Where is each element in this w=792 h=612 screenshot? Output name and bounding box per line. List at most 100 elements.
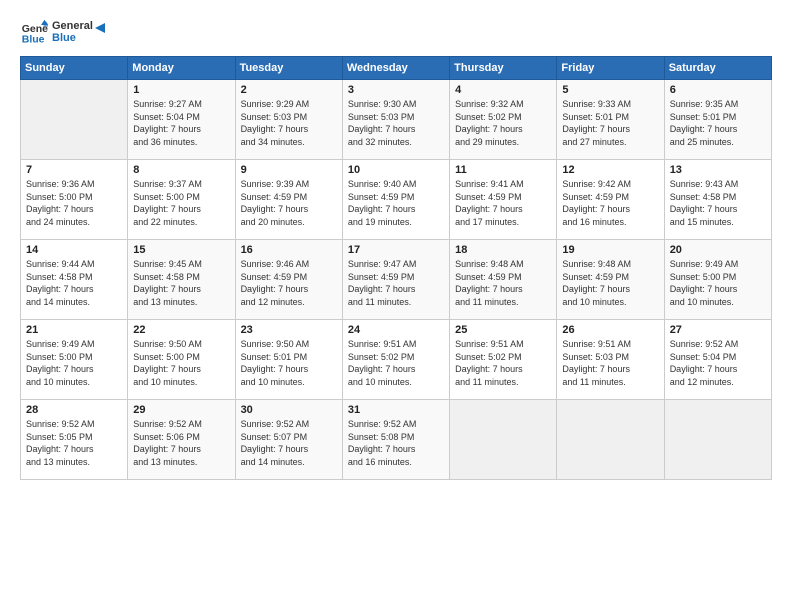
day-number: 17: [348, 244, 444, 256]
calendar-cell: 22Sunrise: 9:50 AM Sunset: 5:00 PM Dayli…: [128, 320, 235, 400]
day-info: Sunrise: 9:45 AM Sunset: 4:58 PM Dayligh…: [133, 258, 229, 308]
day-number: 4: [455, 84, 551, 96]
calendar-cell: 6Sunrise: 9:35 AM Sunset: 5:01 PM Daylig…: [664, 80, 771, 160]
day-info: Sunrise: 9:40 AM Sunset: 4:59 PM Dayligh…: [348, 178, 444, 228]
day-number: 1: [133, 84, 229, 96]
calendar-cell: 7 Sunrise: 9:36 AM Sunset: 5:00 PM Daylig…: [21, 160, 128, 240]
logo-text-general: General: [52, 20, 93, 32]
day-info: Sunrise: 9:49 AM Sunset: 5:00 PM Dayligh…: [670, 258, 766, 308]
calendar-cell: [664, 400, 771, 480]
calendar-week-row: 28 Sunrise: 9:52 AM Sunset: 5:05 PM Dayli…: [21, 400, 772, 480]
calendar-header-row: SundayMondayTuesdayWednesdayThursdayFrid…: [21, 57, 772, 80]
day-number: 20: [670, 244, 766, 256]
day-info: Sunrise: 9:48 AM Sunset: 4:59 PM Dayligh…: [455, 258, 551, 308]
weekday-header: Monday: [128, 57, 235, 80]
day-info: Sunrise: 9:52 AM Sunset: 5:04 PM Dayligh…: [670, 338, 766, 388]
day-info: Sunrise: 9:35 AM Sunset: 5:01 PM Dayligh…: [670, 98, 766, 148]
day-info: Sunrise: 9:49 AM Sunset: 5:00 PM Dayligh…: [26, 338, 122, 388]
day-info: Sunrise: 9:52 AM Sunset: 5:07 PM Dayligh…: [241, 418, 337, 468]
day-number: 13: [670, 164, 766, 176]
day-info: Sunrise: 9:36 AM Sunset: 5:00 PM Dayligh…: [26, 178, 122, 228]
svg-text:Blue: Blue: [22, 34, 45, 46]
calendar-cell: 26Sunrise: 9:51 AM Sunset: 5:03 PM Dayli…: [557, 320, 664, 400]
day-info: Sunrise: 9:32 AM Sunset: 5:02 PM Dayligh…: [455, 98, 551, 148]
calendar-cell: 1 Sunrise: 9:27 AM Sunset: 5:04 PM Daylig…: [128, 80, 235, 160]
calendar-cell: 3Sunrise: 9:30 AM Sunset: 5:03 PM Daylig…: [342, 80, 449, 160]
day-info: Sunrise: 9:52 AM Sunset: 5:05 PM Dayligh…: [26, 418, 122, 468]
day-number: 29: [133, 404, 229, 416]
calendar-cell: 2 Sunrise: 9:29 AM Sunset: 5:03 PM Daylig…: [235, 80, 342, 160]
day-number: 23: [241, 324, 337, 336]
day-info: Sunrise: 9:43 AM Sunset: 4:58 PM Dayligh…: [670, 178, 766, 228]
calendar-cell: 18 Sunrise: 9:48 AM Sunset: 4:59 PM Dayli…: [450, 240, 557, 320]
day-number: 7: [26, 164, 122, 176]
day-info: Sunrise: 9:37 AM Sunset: 5:00 PM Dayligh…: [133, 178, 229, 228]
day-info: Sunrise: 9:50 AM Sunset: 5:00 PM Dayligh…: [133, 338, 229, 388]
calendar-table: SundayMondayTuesdayWednesdayThursdayFrid…: [20, 56, 772, 480]
day-number: 21: [26, 324, 122, 336]
day-number: 10: [348, 164, 444, 176]
weekday-header: Tuesday: [235, 57, 342, 80]
calendar-week-row: 21 Sunrise: 9:49 AM Sunset: 5:00 PM Dayli…: [21, 320, 772, 400]
day-info: Sunrise: 9:29 AM Sunset: 5:03 PM Dayligh…: [241, 98, 337, 148]
weekday-header: Wednesday: [342, 57, 449, 80]
header: General Blue General Blue: [20, 18, 772, 46]
calendar-cell: 12Sunrise: 9:42 AM Sunset: 4:59 PM Dayli…: [557, 160, 664, 240]
calendar-cell: 5 Sunrise: 9:33 AM Sunset: 5:01 PM Daylig…: [557, 80, 664, 160]
day-number: 11: [455, 164, 551, 176]
weekday-header: Sunday: [21, 57, 128, 80]
day-number: 15: [133, 244, 229, 256]
calendar-cell: 23Sunrise: 9:50 AM Sunset: 5:01 PM Dayli…: [235, 320, 342, 400]
day-info: Sunrise: 9:44 AM Sunset: 4:58 PM Dayligh…: [26, 258, 122, 308]
calendar-cell: 11 Sunrise: 9:41 AM Sunset: 4:59 PM Dayli…: [450, 160, 557, 240]
calendar-cell: 14 Sunrise: 9:44 AM Sunset: 4:58 PM Dayli…: [21, 240, 128, 320]
day-number: 18: [455, 244, 551, 256]
day-info: Sunrise: 9:47 AM Sunset: 4:59 PM Dayligh…: [348, 258, 444, 308]
day-number: 14: [26, 244, 122, 256]
day-number: 9: [241, 164, 337, 176]
calendar-week-row: 1 Sunrise: 9:27 AM Sunset: 5:04 PM Daylig…: [21, 80, 772, 160]
calendar-cell: 30Sunrise: 9:52 AM Sunset: 5:07 PM Dayli…: [235, 400, 342, 480]
day-number: 8: [133, 164, 229, 176]
day-info: Sunrise: 9:52 AM Sunset: 5:06 PM Dayligh…: [133, 418, 229, 468]
calendar-cell: 25 Sunrise: 9:51 AM Sunset: 5:02 PM Dayli…: [450, 320, 557, 400]
calendar-cell: [557, 400, 664, 480]
day-info: Sunrise: 9:48 AM Sunset: 4:59 PM Dayligh…: [562, 258, 658, 308]
calendar-cell: 19 Sunrise: 9:48 AM Sunset: 4:59 PM Dayli…: [557, 240, 664, 320]
calendar-cell: 15 Sunrise: 9:45 AM Sunset: 4:58 PM Dayli…: [128, 240, 235, 320]
weekday-header: Saturday: [664, 57, 771, 80]
logo-icon: General Blue: [20, 18, 48, 46]
logo: General Blue General Blue: [20, 18, 109, 46]
calendar-week-row: 7 Sunrise: 9:36 AM Sunset: 5:00 PM Daylig…: [21, 160, 772, 240]
calendar-cell: 29 Sunrise: 9:52 AM Sunset: 5:06 PM Dayli…: [128, 400, 235, 480]
day-info: Sunrise: 9:27 AM Sunset: 5:04 PM Dayligh…: [133, 98, 229, 148]
calendar-cell: 4 Sunrise: 9:32 AM Sunset: 5:02 PM Daylig…: [450, 80, 557, 160]
calendar-cell: 27Sunrise: 9:52 AM Sunset: 5:04 PM Dayli…: [664, 320, 771, 400]
day-number: 5: [562, 84, 658, 96]
calendar-cell: 20 Sunrise: 9:49 AM Sunset: 5:00 PM Dayli…: [664, 240, 771, 320]
day-info: Sunrise: 9:30 AM Sunset: 5:03 PM Dayligh…: [348, 98, 444, 148]
calendar-cell: 13 Sunrise: 9:43 AM Sunset: 4:58 PM Dayli…: [664, 160, 771, 240]
day-info: Sunrise: 9:41 AM Sunset: 4:59 PM Dayligh…: [455, 178, 551, 228]
logo-arrow-icon: [91, 19, 109, 37]
calendar-cell: 21 Sunrise: 9:49 AM Sunset: 5:00 PM Dayli…: [21, 320, 128, 400]
day-number: 19: [562, 244, 658, 256]
day-info: Sunrise: 9:51 AM Sunset: 5:02 PM Dayligh…: [455, 338, 551, 388]
calendar-cell: 9Sunrise: 9:39 AM Sunset: 4:59 PM Daylig…: [235, 160, 342, 240]
day-number: 26: [562, 324, 658, 336]
calendar-cell: 10 Sunrise: 9:40 AM Sunset: 4:59 PM Dayli…: [342, 160, 449, 240]
calendar-cell: 24Sunrise: 9:51 AM Sunset: 5:02 PM Dayli…: [342, 320, 449, 400]
day-info: Sunrise: 9:42 AM Sunset: 4:59 PM Dayligh…: [562, 178, 658, 228]
calendar-cell: 17 Sunrise: 9:47 AM Sunset: 4:59 PM Dayli…: [342, 240, 449, 320]
weekday-header: Thursday: [450, 57, 557, 80]
day-number: 2: [241, 84, 337, 96]
calendar-cell: 31Sunrise: 9:52 AM Sunset: 5:08 PM Dayli…: [342, 400, 449, 480]
day-number: 25: [455, 324, 551, 336]
logo-text-blue: Blue: [52, 32, 93, 44]
calendar-cell: 8 Sunrise: 9:37 AM Sunset: 5:00 PM Daylig…: [128, 160, 235, 240]
calendar-cell: [450, 400, 557, 480]
page: General Blue General Blue SundayMondayTu…: [0, 0, 792, 612]
calendar-cell: 16Sunrise: 9:46 AM Sunset: 4:59 PM Dayli…: [235, 240, 342, 320]
day-info: Sunrise: 9:33 AM Sunset: 5:01 PM Dayligh…: [562, 98, 658, 148]
day-number: 28: [26, 404, 122, 416]
